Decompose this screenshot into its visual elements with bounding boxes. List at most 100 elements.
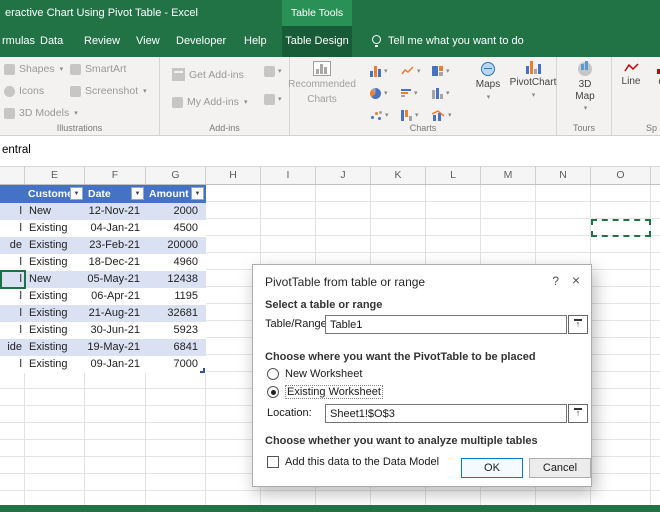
collapse-dialog-button[interactable]: ↑ [568, 315, 588, 334]
tab-data[interactable]: Data [40, 26, 63, 57]
column-header-h[interactable]: H [206, 167, 261, 184]
collapse-dialog-button[interactable]: ↑ [568, 404, 588, 423]
table-header-date[interactable]: Date ▼ [85, 185, 146, 203]
maps-button[interactable]: Maps ▾ [470, 62, 506, 101]
insert-bar-chart-button[interactable]: ▾ [401, 84, 418, 102]
table-row[interactable]: de Existing 23-Feb-21 20000 [0, 237, 206, 254]
cell-customer[interactable]: New [25, 203, 85, 220]
cell-customer[interactable]: Existing [25, 339, 85, 356]
cell-date[interactable]: 05-May-21 [85, 271, 146, 288]
cell-region-fragment[interactable]: l [0, 203, 25, 220]
filter-dropdown-icon[interactable]: ▼ [70, 187, 83, 200]
table-range-input[interactable] [325, 315, 567, 334]
cell-date[interactable]: 04-Jan-21 [85, 220, 146, 237]
cell-date[interactable]: 06-Apr-21 [85, 288, 146, 305]
table-row[interactable]: l Existing 06-Apr-21 1195 [0, 288, 206, 305]
column-header-m[interactable]: M [481, 167, 536, 184]
table-header-amount[interactable]: Amount ▼ [146, 185, 206, 203]
filter-dropdown-icon[interactable]: ▼ [131, 187, 144, 200]
tell-me-box[interactable]: Tell me what you want to do [388, 26, 524, 57]
cell-date[interactable]: 18-Dec-21 [85, 254, 146, 271]
get-addins-button[interactable]: Get Add-ins [172, 68, 244, 81]
table-row[interactable]: l Existing 21-Aug-21 32681 [0, 305, 206, 322]
column-header-partial[interactable] [0, 167, 25, 184]
addin-quick-button-top[interactable]: ▾ [264, 66, 282, 77]
icons-button[interactable]: Icons [4, 85, 44, 97]
insert-combo-chart-button[interactable]: ▾ [432, 106, 452, 124]
checkbox-data-model[interactable]: Add this data to the Data Model [267, 456, 439, 468]
table-row[interactable]: l Existing 04-Jan-21 4500 [0, 220, 206, 237]
cell-customer[interactable]: Existing [25, 237, 85, 254]
table-row[interactable]: l New 05-May-21 12438 [0, 271, 206, 288]
3d-models-button[interactable]: 3D Models ▾ [4, 107, 78, 119]
column-header-n[interactable]: N [536, 167, 591, 184]
cell-region-fragment[interactable]: ide [0, 339, 25, 356]
help-icon[interactable]: ? [552, 274, 559, 288]
column-header-f[interactable]: F [85, 167, 146, 184]
cell-region-fragment[interactable]: l [0, 356, 25, 373]
table-row[interactable]: l New 12-Nov-21 2000 [0, 203, 206, 220]
table-resize-handle[interactable] [200, 368, 205, 373]
cell-amount[interactable]: 5923 [146, 322, 206, 339]
table-row[interactable]: l Existing 09-Jan-21 7000 [0, 356, 206, 373]
cell-amount[interactable]: 32681 [146, 305, 206, 322]
cell-date[interactable]: 30-Jun-21 [85, 322, 146, 339]
column-header-e[interactable]: E [25, 167, 85, 184]
tab-help[interactable]: Help [244, 26, 267, 57]
tab-formulas[interactable]: rmulas [2, 26, 35, 57]
cell-customer[interactable]: Existing [25, 254, 85, 271]
sparkline-column-button[interactable]: C [652, 62, 660, 89]
insert-scatter-chart-button[interactable]: ▾ [370, 106, 389, 124]
column-header-l[interactable]: L [426, 167, 481, 184]
screenshot-button[interactable]: Screenshot ▾ [70, 85, 147, 97]
ok-button[interactable]: OK [461, 458, 523, 478]
cell-amount[interactable]: 2000 [146, 203, 206, 220]
cell-customer[interactable]: Existing [25, 322, 85, 339]
radio-new-worksheet[interactable]: New Worksheet [267, 368, 362, 380]
insert-pie-chart-button[interactable]: ▾ [370, 84, 388, 102]
cell-amount[interactable]: 20000 [146, 237, 206, 254]
column-header-i[interactable]: I [261, 167, 316, 184]
insert-statistic-chart-button[interactable]: ▾ [432, 84, 450, 102]
radio-existing-worksheet[interactable]: Existing Worksheet [267, 385, 383, 399]
insert-hierarchy-chart-button[interactable]: ▾ [432, 62, 450, 80]
filter-dropdown-icon[interactable]: ▼ [191, 187, 204, 200]
cell-customer[interactable]: Existing [25, 356, 85, 373]
column-header-o[interactable]: O [591, 167, 651, 184]
cell-amount[interactable]: 4960 [146, 254, 206, 271]
column-header-k[interactable]: K [371, 167, 426, 184]
tab-developer[interactable]: Developer [176, 26, 226, 57]
cell-region-fragment[interactable]: l [0, 254, 25, 271]
addin-quick-button-bottom[interactable]: ▾ [264, 94, 282, 105]
location-input[interactable] [325, 404, 567, 423]
close-icon[interactable]: × [572, 272, 580, 288]
3d-map-button[interactable]: 3D Map ▾ [568, 62, 602, 112]
table-header-partial[interactable] [0, 185, 25, 203]
column-header-j[interactable]: J [316, 167, 371, 184]
cell-amount[interactable]: 4500 [146, 220, 206, 237]
cell-region-fragment[interactable]: de [0, 237, 25, 254]
cell-date[interactable]: 12-Nov-21 [85, 203, 146, 220]
formula-bar[interactable]: entral [0, 136, 660, 167]
table-row[interactable]: l Existing 30-Jun-21 5923 [0, 322, 206, 339]
cell-region-fragment[interactable]: l [0, 322, 25, 339]
my-addins-button[interactable]: My Add-ins ▾ [172, 96, 247, 108]
column-header-g[interactable]: G [146, 167, 206, 184]
cell-customer[interactable]: New [25, 271, 85, 288]
cell-date[interactable]: 19-May-21 [85, 339, 146, 356]
insert-waterfall-chart-button[interactable]: ▾ [401, 106, 419, 124]
cell-date[interactable]: 23-Feb-21 [85, 237, 146, 254]
cell-customer[interactable]: Existing [25, 305, 85, 322]
table-header-customer[interactable]: Customer ▼ [25, 185, 85, 203]
pivotchart-button[interactable]: PivotChart ▾ [510, 62, 556, 99]
cell-region-fragment[interactable]: l [0, 305, 25, 322]
insert-line-chart-button[interactable]: ▾ [401, 62, 421, 80]
smartart-button[interactable]: SmartArt [70, 63, 126, 75]
cell-amount[interactable]: 7000 [146, 356, 206, 373]
cell-customer[interactable]: Existing [25, 288, 85, 305]
table-row[interactable]: l Existing 18-Dec-21 4960 [0, 254, 206, 271]
cell-amount[interactable]: 12438 [146, 271, 206, 288]
table-row[interactable]: ide Existing 19-May-21 6841 [0, 339, 206, 356]
cell-amount[interactable]: 6841 [146, 339, 206, 356]
cancel-button[interactable]: Cancel [529, 458, 591, 478]
